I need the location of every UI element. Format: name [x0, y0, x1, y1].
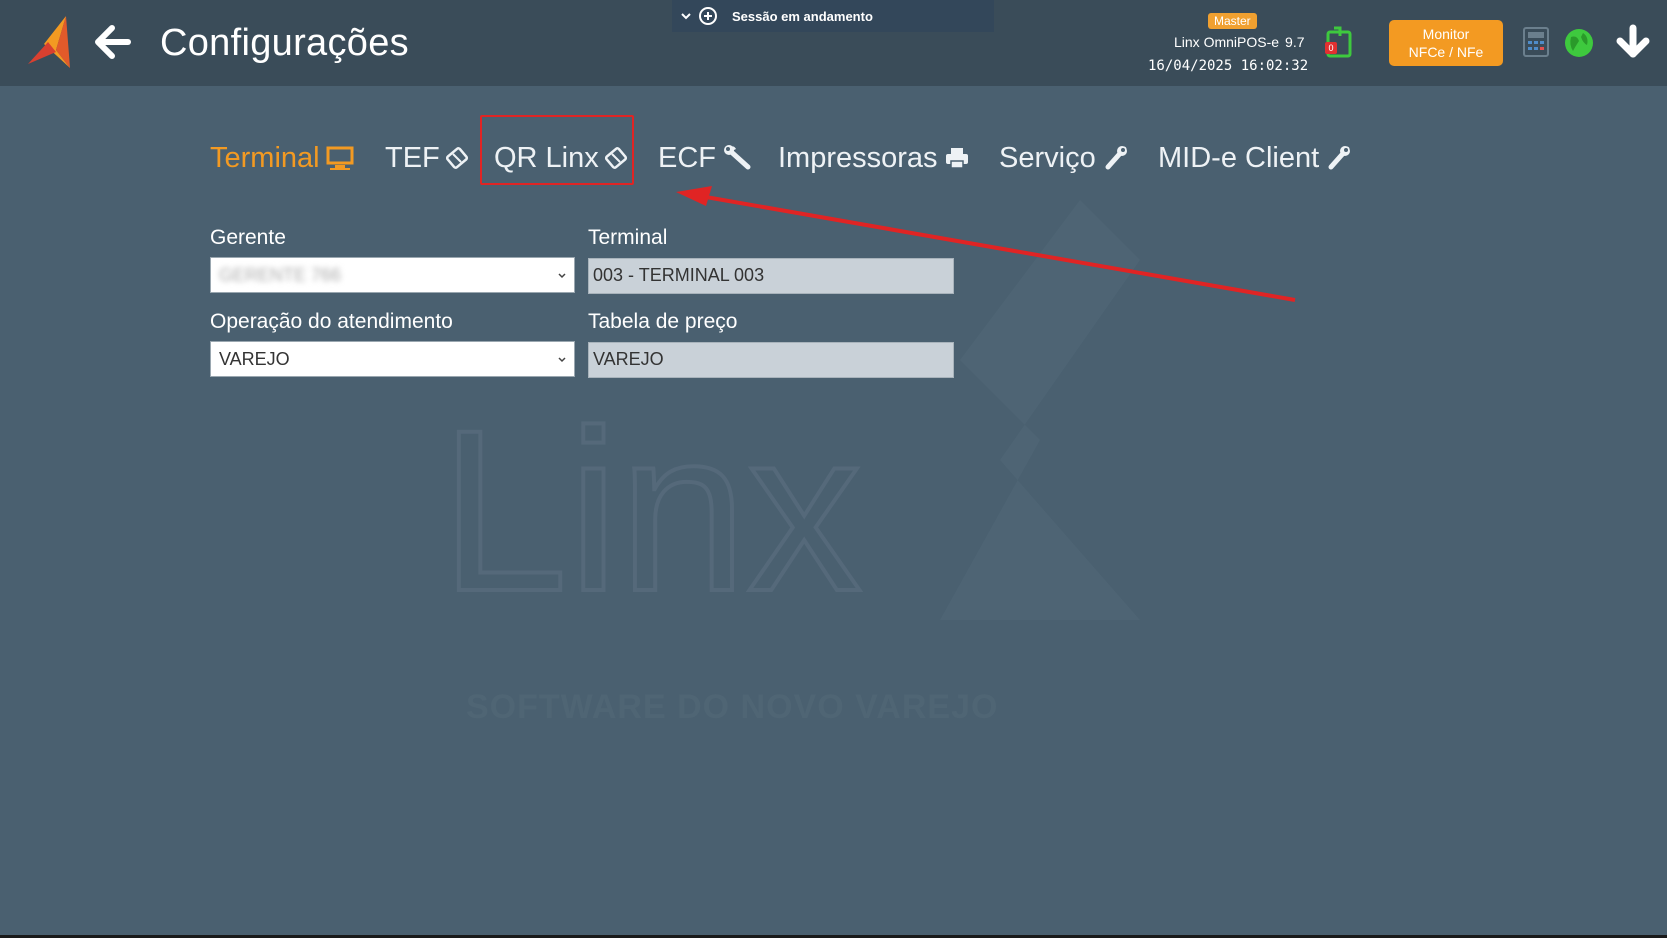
version-number: 9.7 [1285, 34, 1305, 50]
tab-impressoras[interactable]: Impressoras [778, 142, 970, 175]
tab-label: Impressoras [778, 141, 938, 174]
wrench-icon [1328, 146, 1351, 170]
gerente-select[interactable]: GERENTE 766 [210, 257, 575, 293]
tab-mid-e-client[interactable]: MID-e Client [1158, 142, 1351, 175]
globe-icon[interactable] [1563, 27, 1595, 59]
tabela-label: Tabela de preço [588, 310, 738, 333]
notification-count: 0 [1325, 42, 1337, 54]
calculator-icon[interactable] [1523, 27, 1549, 57]
monitor-nfce-button[interactable]: Monitor NFCe / NFe [1389, 20, 1503, 66]
tab-ecf[interactable]: ECF [658, 142, 752, 175]
session-dropdown[interactable]: Sessão em andamento [672, 0, 994, 32]
tab-tef[interactable]: TEF [385, 142, 470, 175]
page-title: Configurações [160, 22, 409, 64]
tabela-field: VAREJO [588, 342, 954, 378]
watermark-tagline: SOFTWARE DO NOVO VAREJO [466, 688, 999, 726]
tab-label: MID-e Client [1158, 141, 1320, 174]
monitor-button-line2: NFCe / NFe [1408, 44, 1484, 60]
monitor-icon [326, 146, 354, 170]
session-label: Sessão em andamento [732, 8, 873, 24]
tab-label: ECF [658, 141, 716, 174]
wrench-icon [724, 145, 751, 170]
terminal-label: Terminal [588, 226, 668, 249]
master-badge: Master [1208, 13, 1257, 29]
chevron-down-icon [681, 13, 691, 20]
qr-linx-highlight-box [480, 115, 634, 185]
terminal-field: 003 - TERMINAL 003 [588, 258, 954, 294]
chevron-down-icon [558, 357, 566, 363]
tab-servico[interactable]: Serviço [999, 142, 1128, 175]
monitor-button-line1: Monitor [1422, 26, 1470, 42]
tab-label: Terminal [210, 141, 320, 174]
gerente-value: GERENTE 766 [219, 265, 342, 285]
chevron-down-icon [558, 273, 566, 279]
printer-icon [945, 148, 968, 169]
session-icon [699, 7, 717, 25]
gerente-label: Gerente [210, 226, 286, 249]
app-name: Linx OmniPOS-e [1174, 34, 1280, 50]
download-arrow-icon[interactable] [1615, 24, 1651, 60]
wrench-icon [1105, 146, 1127, 170]
linx-logo [28, 16, 70, 68]
operacao-label: Operação do atendimento [210, 310, 453, 333]
operacao-select[interactable]: VAREJO [210, 341, 575, 377]
tab-label: TEF [385, 141, 440, 174]
operacao-value: VAREJO [219, 349, 290, 369]
app-version: Linx OmniPOS-e 9.7 [1174, 34, 1305, 50]
datetime: 16/04/2025 16:02:32 [1148, 58, 1309, 74]
watermark-text: Linx [440, 382, 862, 639]
card-icon [445, 147, 468, 169]
back-arrow-icon[interactable] [92, 22, 132, 62]
tab-label: Serviço [999, 141, 1096, 174]
tab-terminal[interactable]: Terminal [210, 142, 354, 175]
